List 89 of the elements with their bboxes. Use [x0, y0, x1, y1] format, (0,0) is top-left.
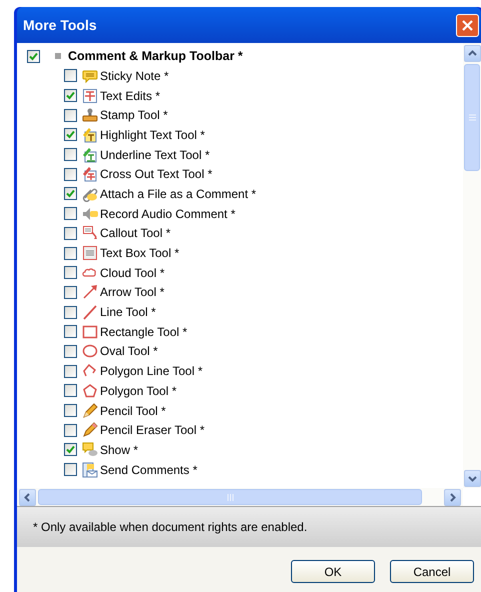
dialog-button[interactable]: Cancel — [390, 560, 474, 583]
scroll-up-button[interactable] — [464, 45, 480, 62]
checkbox[interactable] — [64, 404, 77, 418]
oval-icon — [82, 343, 98, 360]
checkbox[interactable] — [64, 226, 77, 240]
bullet-icon — [55, 53, 61, 59]
check-icon — [66, 130, 75, 140]
checkbox[interactable] — [27, 50, 40, 62]
pencil-icon — [82, 422, 98, 438]
toolbar-label: Comment & Markup Toolbar * — [68, 48, 243, 65]
checkbox[interactable] — [64, 128, 77, 142]
close-icon — [462, 20, 473, 30]
envelope-icon — [82, 462, 98, 478]
checkbox[interactable] — [64, 306, 77, 319]
chevron-down-icon — [468, 474, 476, 483]
checkbox[interactable] — [64, 344, 77, 358]
checkbox[interactable] — [64, 286, 77, 299]
dialog-button[interactable]: OK — [291, 560, 375, 583]
check-icon — [66, 91, 75, 100]
tool-label: Sticky Note * — [100, 68, 169, 85]
stamp-icon — [82, 107, 98, 124]
window-title: More Tools — [23, 16, 97, 34]
close-button[interactable] — [456, 14, 479, 36]
scroll-thumb[interactable] — [464, 64, 480, 171]
tool-label: Text Box Tool * — [100, 245, 180, 262]
text-box-icon — [82, 245, 98, 262]
checkbox[interactable] — [64, 424, 77, 437]
checkbox[interactable] — [64, 69, 77, 82]
scroll-left-button[interactable] — [19, 488, 36, 506]
underline-icon — [82, 146, 98, 163]
checkbox[interactable] — [64, 246, 77, 260]
checkbox[interactable] — [64, 266, 77, 280]
checkbox[interactable] — [64, 443, 77, 456]
checkbox[interactable] — [64, 89, 77, 102]
checkbox[interactable] — [64, 207, 77, 220]
pentagon-icon — [82, 382, 98, 399]
check-icon — [29, 52, 38, 60]
tool-label: Arrow Tool * — [100, 284, 164, 302]
tool-label: Cross Out Text Tool * — [100, 166, 212, 184]
checkbox[interactable] — [64, 364, 77, 378]
tool-label: Cloud Tool * — [100, 264, 164, 282]
tool-label: Stamp Tool * — [100, 107, 168, 124]
text-edit-icon — [82, 88, 98, 104]
arrow-icon — [82, 284, 98, 300]
checkbox[interactable] — [64, 187, 77, 200]
chevron-left-icon — [23, 492, 32, 502]
callout-icon — [82, 225, 98, 242]
scroll-down-button[interactable] — [464, 470, 480, 487]
scroll-right-button[interactable] — [444, 488, 461, 506]
tool-label: Underline Text Tool * — [100, 146, 210, 164]
checkbox[interactable] — [64, 463, 77, 476]
speech-bubbles-icon — [82, 442, 98, 458]
checkbox[interactable] — [64, 325, 77, 338]
tool-label: Pencil Tool * — [100, 402, 166, 420]
tool-label: Send Comments * — [100, 462, 198, 479]
pencil-icon — [82, 402, 98, 419]
grip-icon — [226, 494, 234, 500]
vertical-scrollbar[interactable] — [463, 43, 481, 488]
rectangle-icon — [82, 324, 98, 340]
strikeout-icon — [82, 166, 98, 182]
line-icon — [82, 304, 98, 320]
tool-label: Callout Tool * — [100, 225, 170, 242]
check-icon — [66, 445, 75, 454]
check-icon — [66, 189, 75, 198]
tool-label: Pencil Eraser Tool * — [100, 422, 204, 440]
footnote-text: * Only available when document rights are enabled. — [33, 519, 308, 536]
tool-label: Text Edits * — [100, 88, 160, 105]
grip-icon — [468, 114, 476, 121]
tool-label: Rectangle Tool * — [100, 324, 188, 341]
tool-label: Polygon Line Tool * — [100, 363, 203, 380]
tool-label: Attach a File as a Comment * — [100, 186, 256, 203]
checkbox[interactable] — [64, 384, 77, 398]
highlighter-icon — [82, 126, 98, 143]
checkbox[interactable] — [64, 168, 77, 181]
speech-bubble-icon — [82, 68, 98, 84]
paperclip-icon — [82, 186, 98, 202]
tool-label: Line Tool * — [100, 304, 156, 322]
tool-label: Highlight Text Tool * — [100, 126, 205, 144]
chevron-right-icon — [448, 492, 457, 502]
tool-label: Polygon Tool * — [100, 382, 176, 400]
tool-label: Record Audio Comment * — [100, 206, 236, 223]
tool-label: Show * — [100, 442, 138, 459]
checkbox[interactable] — [64, 148, 77, 162]
horizontal-scrollbar[interactable] — [17, 488, 463, 506]
speaker-icon — [82, 206, 98, 222]
scroll-thumb[interactable] — [38, 489, 422, 505]
checkbox[interactable] — [64, 108, 77, 122]
chevron-up-icon — [468, 49, 476, 58]
tool-label: Oval Tool * — [100, 343, 158, 360]
